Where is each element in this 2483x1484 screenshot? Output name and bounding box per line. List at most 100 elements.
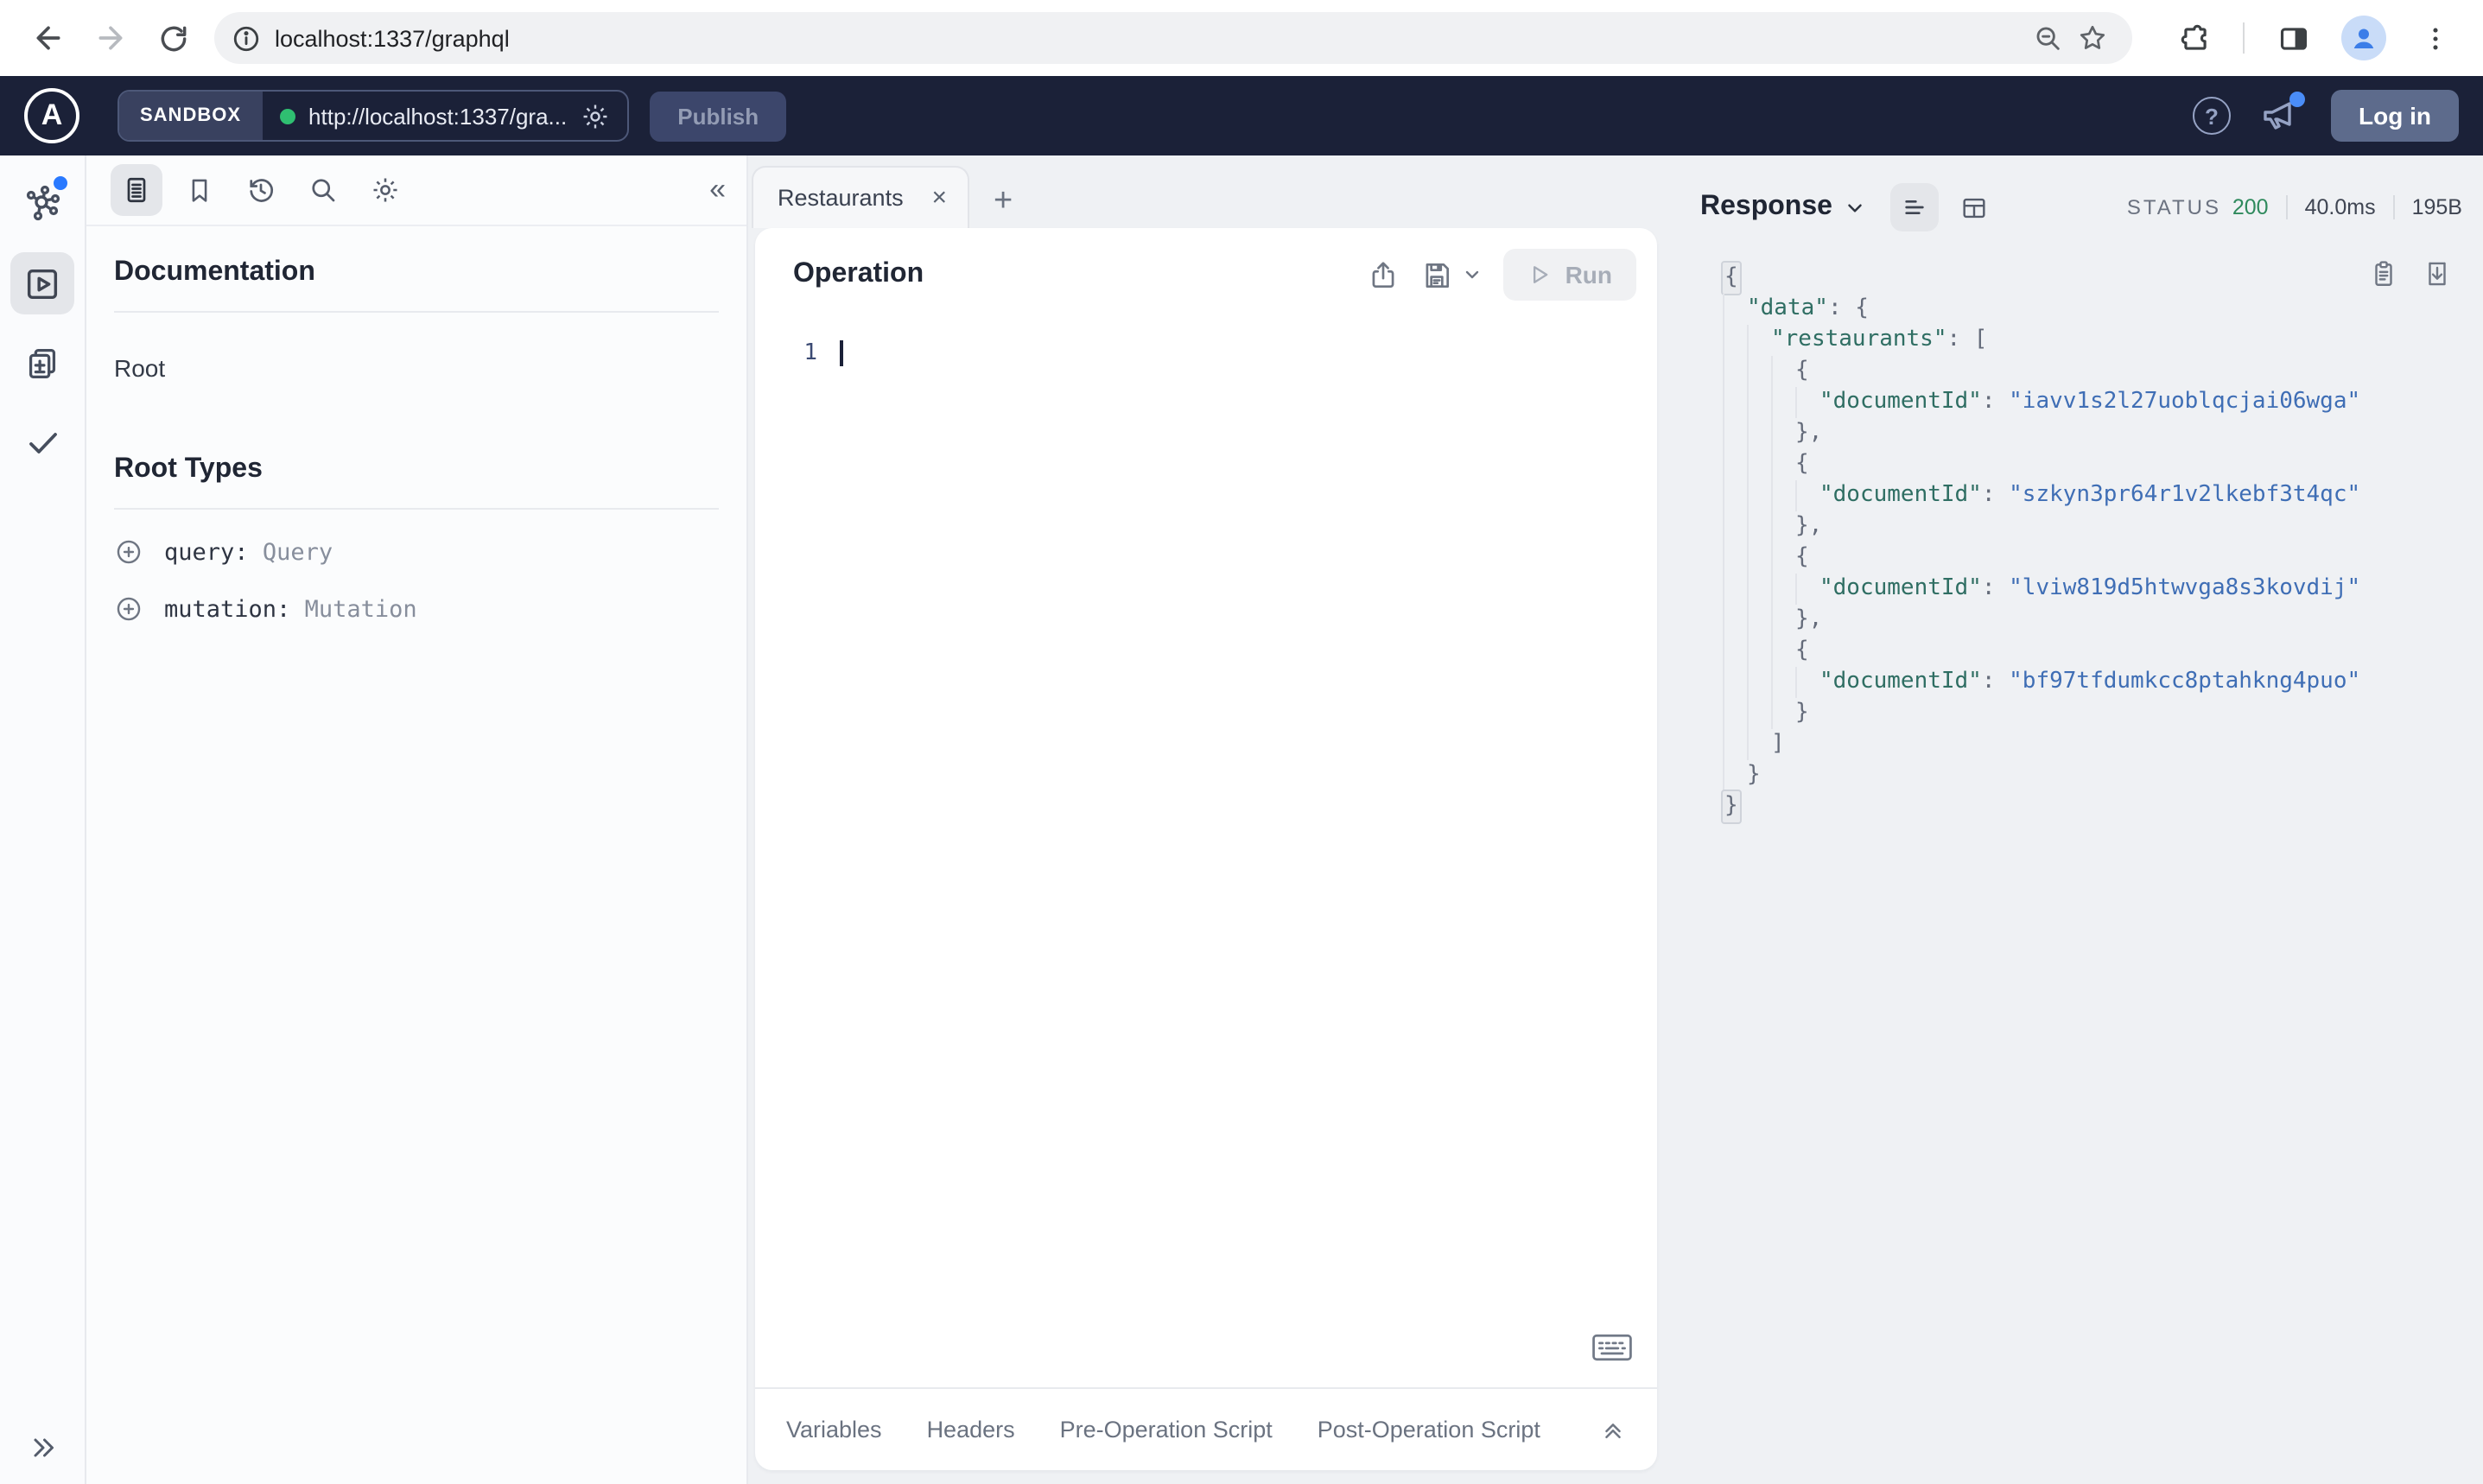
bookmark-page-button[interactable] — [2070, 16, 2115, 60]
save-operation-button[interactable] — [1420, 258, 1483, 291]
tab-variables[interactable]: Variables — [786, 1417, 882, 1443]
field-name: query: — [164, 538, 249, 566]
expand-plus-icon[interactable] — [114, 537, 143, 567]
side-panel-button[interactable] — [2267, 12, 2319, 64]
raw-view-button[interactable] — [1890, 183, 1940, 231]
tab-pre-operation-script[interactable]: Pre-Operation Script — [1060, 1417, 1273, 1443]
indent-guide — [1747, 387, 1771, 418]
collapse-docs-button[interactable]: « — [709, 173, 726, 207]
tab-headers[interactable]: Headers — [927, 1417, 1015, 1443]
field-type[interactable]: Query — [263, 538, 333, 566]
indent-guide — [1747, 542, 1771, 574]
documentation-tab-button[interactable] — [111, 164, 162, 216]
field-type[interactable]: Mutation — [305, 595, 417, 623]
collections-nav-button[interactable] — [10, 332, 74, 394]
profile-avatar[interactable] — [2341, 16, 2386, 60]
gear-icon — [373, 178, 397, 202]
json-line: "documentId": "lviw819d5htwvga8s3kovdij" — [1723, 574, 2462, 605]
reload-button[interactable] — [147, 12, 199, 64]
table-view-button[interactable] — [1950, 183, 1998, 231]
expand-rail-button[interactable] — [0, 1432, 85, 1463]
json-line: } — [1723, 698, 2462, 729]
address-bar[interactable]: localhost:1337/graphql — [214, 12, 2132, 64]
indent-guide — [1747, 449, 1771, 480]
explorer-settings-button[interactable] — [359, 164, 411, 216]
indent-guide — [1723, 729, 1747, 760]
tab-label[interactable]: Restaurants — [778, 185, 928, 211]
indent-guide — [1771, 418, 1795, 449]
announcements-button[interactable] — [2258, 92, 2305, 136]
root-link[interactable]: Root — [114, 354, 719, 382]
response-title: Response — [1700, 192, 1832, 221]
json-token-punct: }, — [1795, 420, 1823, 446]
share-operation-button[interactable] — [1367, 258, 1400, 291]
response-dropdown[interactable]: Response — [1700, 192, 1867, 223]
indent-guide — [1747, 480, 1771, 511]
json-token-punct: : — [1981, 575, 2010, 601]
response-json[interactable]: {"data": {"restaurants": [{"documentId":… — [1700, 261, 2462, 824]
tab-restaurants[interactable]: Restaurants × — [752, 166, 969, 228]
indent-guide — [1723, 636, 1747, 667]
json-token-str: "iavv1s2l27uoblqcjai06wga" — [2009, 389, 2361, 415]
keyboard-shortcuts-button[interactable] — [1591, 1332, 1633, 1363]
indent-guide — [1723, 449, 1747, 480]
site-info-icon[interactable] — [232, 23, 261, 53]
copy-response-button[interactable] — [2369, 259, 2398, 289]
tab-post-operation-script[interactable]: Post-Operation Script — [1318, 1417, 1540, 1443]
schema-nav-button[interactable] — [10, 173, 74, 235]
expand-plus-icon[interactable] — [114, 594, 143, 624]
url-text[interactable]: localhost:1337/graphql — [275, 25, 2025, 51]
json-line: "documentId": "iavv1s2l27uoblqcjai06wga" — [1723, 387, 2462, 418]
indent-guide — [1771, 480, 1795, 511]
chevron-down-icon — [1849, 203, 1863, 212]
download-response-button[interactable] — [2423, 259, 2452, 289]
search-icon — [312, 179, 335, 202]
operation-editor[interactable]: 1 — [755, 321, 1657, 1387]
checks-nav-button[interactable] — [10, 411, 74, 473]
extensions-button[interactable] — [2169, 12, 2220, 64]
indent-guide — [1723, 698, 1747, 729]
forward-icon — [98, 26, 123, 50]
play-icon — [1533, 266, 1547, 283]
help-button[interactable]: ? — [2193, 97, 2231, 135]
indent-guide — [1795, 387, 1819, 418]
connection-settings-gear-icon[interactable] — [581, 101, 610, 130]
extensions-puzzle-icon — [2180, 23, 2206, 49]
person-icon — [2353, 29, 2374, 48]
indent-guide — [1747, 574, 1771, 605]
zoom-page-button[interactable] — [2025, 16, 2070, 60]
apollo-logo[interactable]: A — [24, 88, 79, 143]
indent-guide — [1747, 636, 1771, 667]
back-icon — [36, 26, 60, 50]
root-type-mutation-row[interactable]: mutation: Mutation — [114, 594, 719, 624]
login-button[interactable]: Log in — [2331, 90, 2459, 142]
browser-menu-button[interactable] — [2409, 12, 2461, 64]
forward-button[interactable] — [85, 12, 137, 64]
history-button[interactable] — [235, 164, 287, 216]
json-line: } — [1723, 760, 2462, 791]
indent-guide — [1771, 511, 1795, 542]
indent-guide — [1771, 542, 1795, 574]
reload-icon — [160, 25, 186, 51]
close-tab-icon[interactable]: × — [928, 183, 950, 212]
json-token-punct: ] — [1771, 731, 1785, 757]
publish-button[interactable]: Publish — [650, 91, 787, 141]
new-tab-button[interactable]: + — [994, 183, 1013, 221]
json-token-key: "restaurants" — [1771, 327, 1947, 352]
endpoint-url-field[interactable]: http://localhost:1337/gra... — [262, 92, 627, 140]
response-panel: Response STATUS 200 40.0ms 195B {"data"… — [1664, 155, 2483, 1484]
documentation-title: Documentation — [114, 257, 315, 287]
endpoint-url-text[interactable]: http://localhost:1337/gra... — [308, 103, 567, 129]
back-button[interactable] — [22, 12, 74, 64]
bookmarks-button[interactable] — [173, 164, 225, 216]
explorer-nav-button[interactable] — [10, 252, 74, 314]
expand-footer-button[interactable] — [1600, 1417, 1626, 1443]
docs-search-button[interactable] — [297, 164, 349, 216]
indent-guide — [1723, 356, 1747, 387]
root-type-query-row[interactable]: query: Query — [114, 537, 719, 567]
left-rail — [0, 155, 86, 1484]
save-floppy-icon — [1426, 262, 1449, 288]
json-line: { — [1723, 636, 2462, 667]
status-label: STATUS — [2126, 195, 2221, 219]
run-button[interactable]: Run — [1502, 249, 1636, 301]
